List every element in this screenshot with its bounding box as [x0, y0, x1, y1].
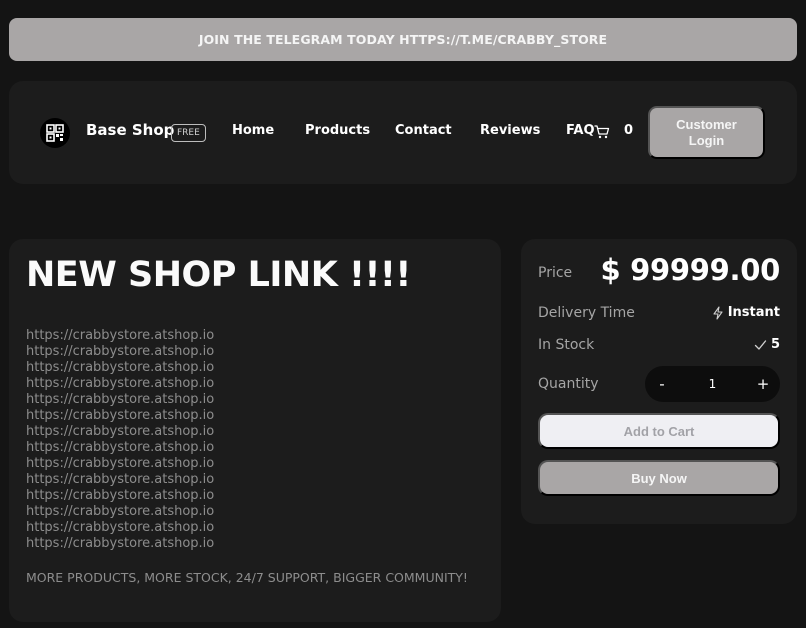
brand-name[interactable]: Base Shop [86, 121, 174, 139]
cart-count[interactable]: 0 [624, 123, 633, 138]
shop-link: https://crabbystore.atshop.io [26, 408, 215, 423]
shop-link: https://crabbystore.atshop.io [26, 344, 215, 359]
shop-link: https://crabbystore.atshop.io [26, 536, 215, 551]
product-title: NEW SHOP LINK !!!! [26, 255, 411, 295]
quantity-increment-button[interactable]: + [748, 366, 778, 402]
buy-now-button[interactable]: Buy Now [538, 460, 780, 496]
quantity-label: Quantity [538, 376, 599, 392]
product-description-card: NEW SHOP LINK !!!! https://crabbystore.a… [9, 239, 501, 622]
shop-logo-icon[interactable] [40, 118, 70, 148]
shop-link: https://crabbystore.atshop.io [26, 376, 215, 391]
shop-link: https://crabbystore.atshop.io [26, 456, 215, 471]
shop-link: https://crabbystore.atshop.io [26, 520, 215, 535]
add-to-cart-button[interactable]: Add to Cart [538, 413, 780, 449]
shop-link: https://crabbystore.atshop.io [26, 488, 215, 503]
shop-link: https://crabbystore.atshop.io [26, 424, 215, 439]
nav-contact-link[interactable]: Contact [395, 123, 452, 138]
delivery-value: Instant [712, 305, 780, 320]
nav-faq-link[interactable]: FAQ [566, 123, 595, 138]
shop-link: https://crabbystore.atshop.io [26, 504, 215, 519]
shop-link: https://crabbystore.atshop.io [26, 472, 215, 487]
shop-link: https://crabbystore.atshop.io [26, 392, 215, 407]
delivery-value-text: Instant [727, 305, 780, 320]
customer-login-button[interactable]: Customer Login [648, 106, 765, 159]
nav-reviews-link[interactable]: Reviews [480, 123, 540, 138]
shop-link: https://crabbystore.atshop.io [26, 440, 215, 455]
quantity-decrement-button[interactable]: - [647, 366, 677, 402]
quantity-stepper: - + [645, 366, 780, 402]
stock-label: In Stock [538, 337, 595, 353]
telegram-banner[interactable]: JOIN THE TELEGRAM TODAY HTTPS://T.ME/CRA… [9, 18, 797, 61]
checkmark-icon [754, 339, 767, 350]
shop-link: https://crabbystore.atshop.io [26, 328, 215, 343]
shop-link: https://crabbystore.atshop.io [26, 360, 215, 375]
quantity-input[interactable] [675, 366, 750, 402]
promo-text: MORE PRODUCTS, MORE STOCK, 24/7 SUPPORT,… [26, 570, 468, 585]
stock-value: 5 [754, 337, 780, 352]
banner-text[interactable]: JOIN THE TELEGRAM TODAY HTTPS://T.ME/CRA… [199, 32, 607, 47]
lightning-icon [713, 305, 723, 320]
price-label: Price [538, 265, 573, 281]
stock-value-text: 5 [770, 337, 780, 352]
nav-products-link[interactable]: Products [305, 123, 370, 138]
nav-home-link[interactable]: Home [232, 123, 274, 138]
top-navbar: Base Shop FREE Home Products Contact Rev… [9, 81, 797, 184]
purchase-panel: Price $ 99999.00 Delivery Time Instant I… [521, 239, 797, 524]
qr-grid-icon [46, 124, 64, 142]
delivery-label: Delivery Time [538, 305, 635, 321]
free-badge: FREE [171, 124, 206, 142]
price-value: $ 99999.00 [600, 253, 780, 287]
cart-icon[interactable] [594, 124, 610, 140]
shop-link-list: https://crabbystore.atshop.io https://cr… [26, 328, 214, 552]
